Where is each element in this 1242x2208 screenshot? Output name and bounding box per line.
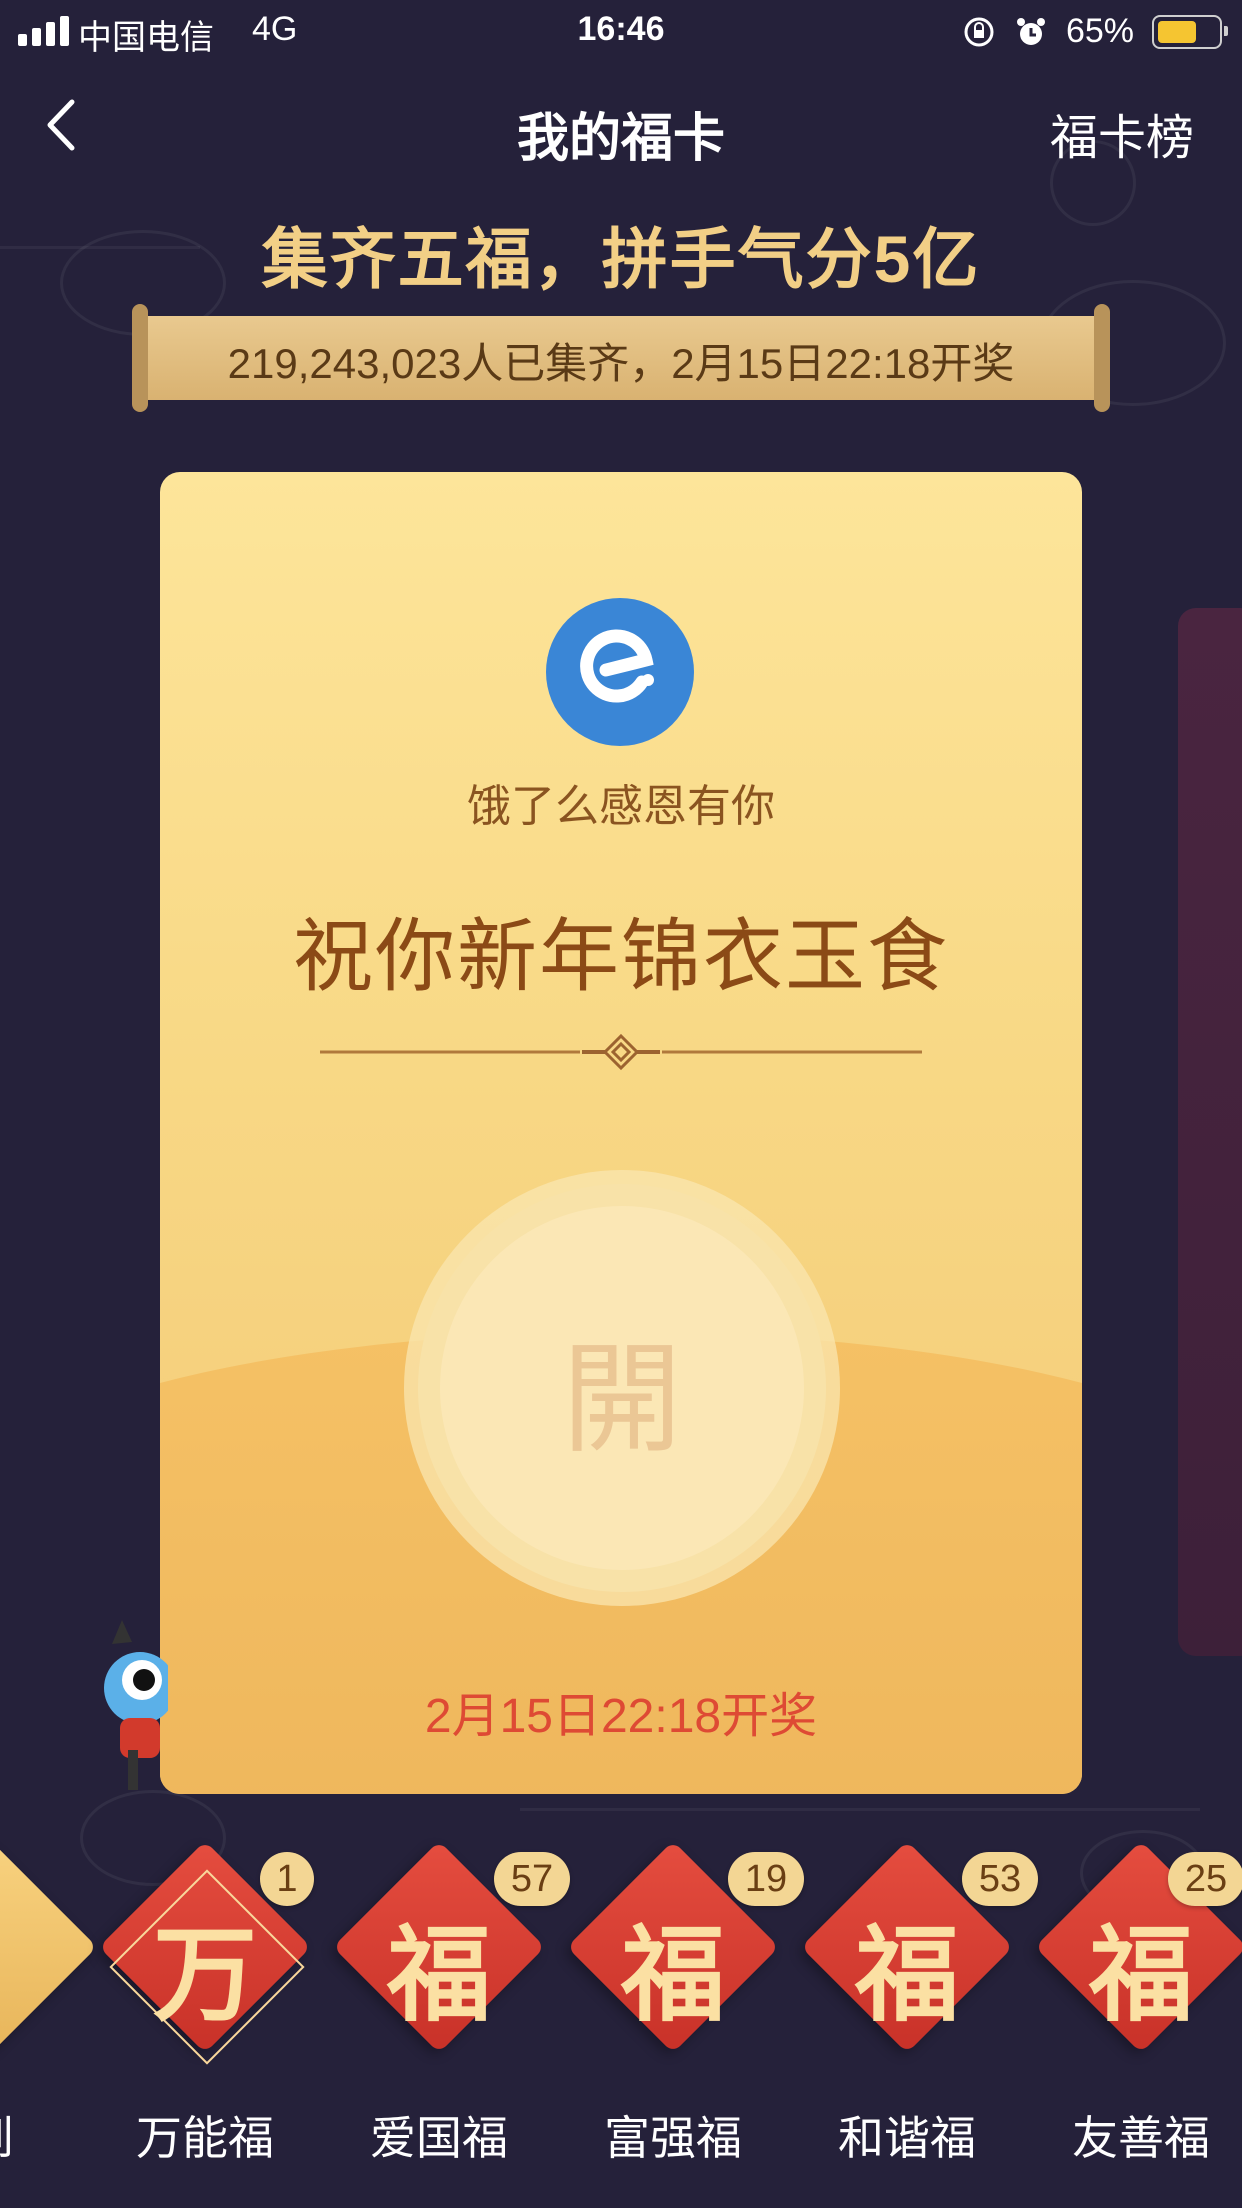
battery-percent: 65%	[1065, 12, 1134, 50]
fu-card-item[interactable]: 福 25 友善福	[1034, 1840, 1242, 2200]
blessing-text: 祝你新年锦衣玉食	[293, 912, 949, 1001]
participants-scroll-banner: 219,243,023人已集齐，2月15日22:18开奖	[132, 304, 1110, 412]
background-line-decoration	[520, 1808, 1200, 1811]
open-envelope-button[interactable]: 開	[418, 1184, 826, 1592]
fu-card-character: 福	[620, 1913, 725, 2036]
fu-ranking-link[interactable]: 福卡榜	[1050, 98, 1194, 168]
fu-card-character: 福	[854, 1913, 959, 2036]
brand-name: 饿了么感恩有你	[467, 782, 775, 831]
fu-red-envelope-card: 饿了么感恩有你 祝你新年锦衣玉食 開 2月15日22:18开奖	[160, 472, 1082, 1794]
alarm-icon	[1016, 17, 1045, 45]
fu-card-item[interactable]: 福 19 富强福	[566, 1840, 812, 2200]
fu-card-label: 爱国福	[370, 2112, 508, 2164]
eleme-logo-icon	[546, 598, 694, 746]
mascot-character	[104, 1620, 168, 1790]
fu-card-diamond	[0, 1840, 98, 2054]
participants-text: 219,243,023人已集齐，2月15日22:18开奖	[227, 340, 1015, 387]
fu-card-character: 万	[152, 1913, 257, 2036]
fu-card-character: 福	[386, 1913, 491, 2036]
campaign-headline: 集齐五福，拼手气分5亿	[261, 222, 981, 296]
fu-card-count-badge: 25	[1168, 1852, 1242, 1906]
fu-card-label: 和谐福	[838, 2112, 976, 2164]
fu-card-count-badge: 1	[260, 1852, 314, 1906]
fu-card-label: 到	[0, 2102, 86, 2168]
fu-cards-carousel[interactable]: 到 万 1 万能福 福 57 爱国福 福 19 富强福 福 53 和谐福 福 2…	[0, 1840, 1242, 2200]
fu-card-count-badge: 53	[962, 1852, 1038, 1906]
battery-icon	[1152, 14, 1228, 49]
open-character: 開	[562, 1331, 682, 1470]
fu-card-item[interactable]: 万 1 万能福	[98, 1840, 344, 2200]
knot-divider-decoration	[320, 1033, 922, 1071]
fu-card-item[interactable]: 福 57 爱国福	[332, 1840, 578, 2200]
fu-card-count-badge: 19	[728, 1852, 804, 1906]
fu-card-label: 富强福	[604, 2112, 742, 2164]
fu-card-item[interactable]: 福 53 和谐福	[800, 1840, 1046, 2200]
draw-date-text: 2月15日22:18开奖	[424, 1690, 818, 1743]
fu-card-label: 友善福	[1072, 2112, 1210, 2164]
orientation-lock-icon	[964, 17, 994, 46]
fu-card-character: 福	[1088, 1913, 1193, 2036]
next-card-peek[interactable]	[1178, 608, 1242, 1656]
status-bar: 中国电信 4G 16:46 65%	[0, 0, 1242, 64]
fu-card-count-badge: 57	[494, 1852, 570, 1906]
fu-card-label: 万能福	[136, 2112, 274, 2164]
